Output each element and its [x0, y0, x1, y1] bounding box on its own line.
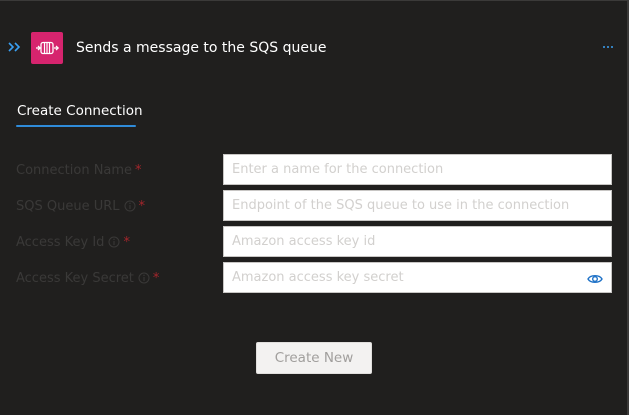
required-marker: *: [138, 199, 146, 214]
tab-label: Create Connection: [17, 103, 143, 119]
connection-name-input[interactable]: Enter a name for the connection: [223, 154, 612, 185]
tab-create-connection[interactable]: Create Connection: [16, 96, 143, 128]
action-title: Sends a message to the SQS queue: [76, 40, 327, 56]
access-key-id-input[interactable]: Amazon access key id: [223, 226, 612, 257]
access-key-secret-input[interactable]: Amazon access key secret: [223, 262, 612, 293]
sqs-queue-url-label: SQS Queue URL *: [16, 198, 145, 218]
info-icon[interactable]: [124, 200, 136, 218]
amazon-sqs-icon: [31, 32, 63, 64]
field-label-text: SQS Queue URL: [16, 199, 120, 214]
ellipsis-icon[interactable]: [601, 46, 615, 50]
info-icon[interactable]: [108, 236, 120, 254]
info-icon[interactable]: [138, 272, 150, 290]
field-label-text: Access Key Id: [16, 235, 105, 250]
input-placeholder: Enter a name for the connection: [232, 162, 444, 177]
sqs-queue-url-input[interactable]: Endpoint of the SQS queue to use in the …: [223, 190, 612, 221]
connection-panel: Sends a message to the SQS queue Create …: [0, 0, 629, 415]
create-new-label: Create New: [274, 350, 354, 366]
connection-name-label: Connection Name *: [16, 162, 142, 180]
input-placeholder: Amazon access key secret: [232, 270, 404, 285]
action-header: Sends a message to the SQS queue: [0, 32, 629, 64]
eye-icon[interactable]: [587, 271, 603, 285]
tab-selected-indicator: [16, 125, 136, 127]
input-placeholder: Amazon access key id: [232, 234, 376, 249]
required-marker: *: [123, 235, 130, 250]
field-label-text: Connection Name: [16, 163, 133, 178]
top-divider: [0, 0, 629, 1]
access-key-id-label: Access Key Id *: [16, 234, 130, 254]
access-key-secret-label: Access Key Secret *: [16, 270, 159, 290]
double-chevron-right-icon[interactable]: [6, 38, 24, 56]
field-label-text: Access Key Secret: [16, 271, 134, 286]
required-marker: *: [152, 271, 160, 286]
input-placeholder: Endpoint of the SQS queue to use in the …: [232, 198, 570, 213]
create-new-button[interactable]: Create New: [256, 342, 372, 374]
required-marker: *: [135, 163, 142, 178]
